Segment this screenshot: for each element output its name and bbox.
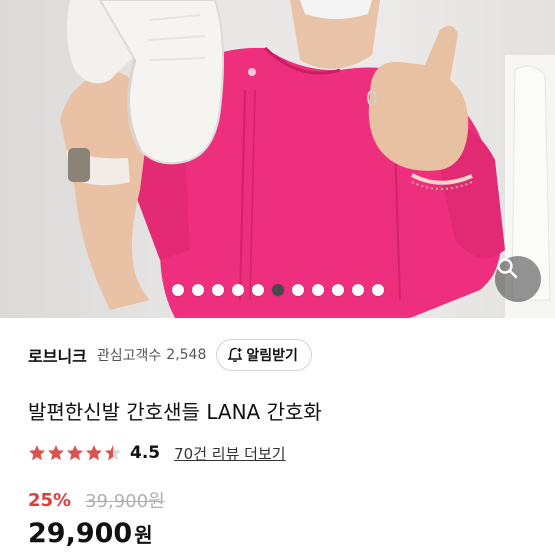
carousel-indicators[interactable] (0, 284, 555, 298)
favorite-label: 관심고객수 (96, 348, 162, 364)
carousel-dot[interactable] (311, 284, 324, 296)
star-icon (86, 445, 102, 461)
seller-row: 로브니크 관심고객수 2,548 알림받기 (28, 339, 312, 371)
star-icon (48, 445, 64, 461)
carousel-dot[interactable] (331, 284, 344, 296)
seller-name[interactable]: 로브니크 (28, 343, 87, 367)
magnifier-icon (497, 258, 518, 279)
carousel-dot[interactable] (271, 284, 284, 296)
star-rating (28, 444, 122, 462)
zoom-button[interactable] (495, 256, 541, 302)
star-icon (29, 445, 45, 461)
star-icon (105, 445, 121, 461)
carousel-dot[interactable] (191, 284, 204, 296)
bell-plus-icon (227, 346, 244, 363)
final-price: 29,900 원 (28, 518, 153, 549)
alert-button[interactable]: 알림받기 (216, 339, 312, 371)
final-price-amount: 29,900 (28, 518, 133, 549)
star-icon (67, 445, 83, 461)
carousel-dot[interactable] (231, 284, 244, 296)
carousel-dot[interactable] (371, 284, 384, 296)
carousel-dot[interactable] (211, 284, 224, 296)
product-image[interactable] (0, 0, 555, 318)
favorite-count: 2,548 (166, 347, 207, 363)
rating-row: 4.5 70건 리뷰 더보기 (28, 441, 286, 465)
carousel-dot[interactable] (291, 284, 304, 296)
price-row: 25% 39,900원 (28, 488, 165, 513)
product-title: 발편한신발 간호샌들 LANA 간호화 (28, 400, 322, 424)
carousel-dot[interactable] (171, 284, 184, 296)
rating-value: 4.5 (130, 443, 161, 463)
product-photo (60, 0, 555, 318)
carousel-dot[interactable] (351, 284, 364, 296)
final-price-unit: 원 (134, 523, 153, 547)
carousel-dot[interactable] (251, 284, 264, 296)
discount-rate: 25% (28, 489, 72, 511)
review-link[interactable]: 70건 리뷰 더보기 (174, 443, 285, 464)
original-price: 39,900원 (85, 491, 165, 512)
alert-button-label: 알림받기 (246, 348, 298, 364)
